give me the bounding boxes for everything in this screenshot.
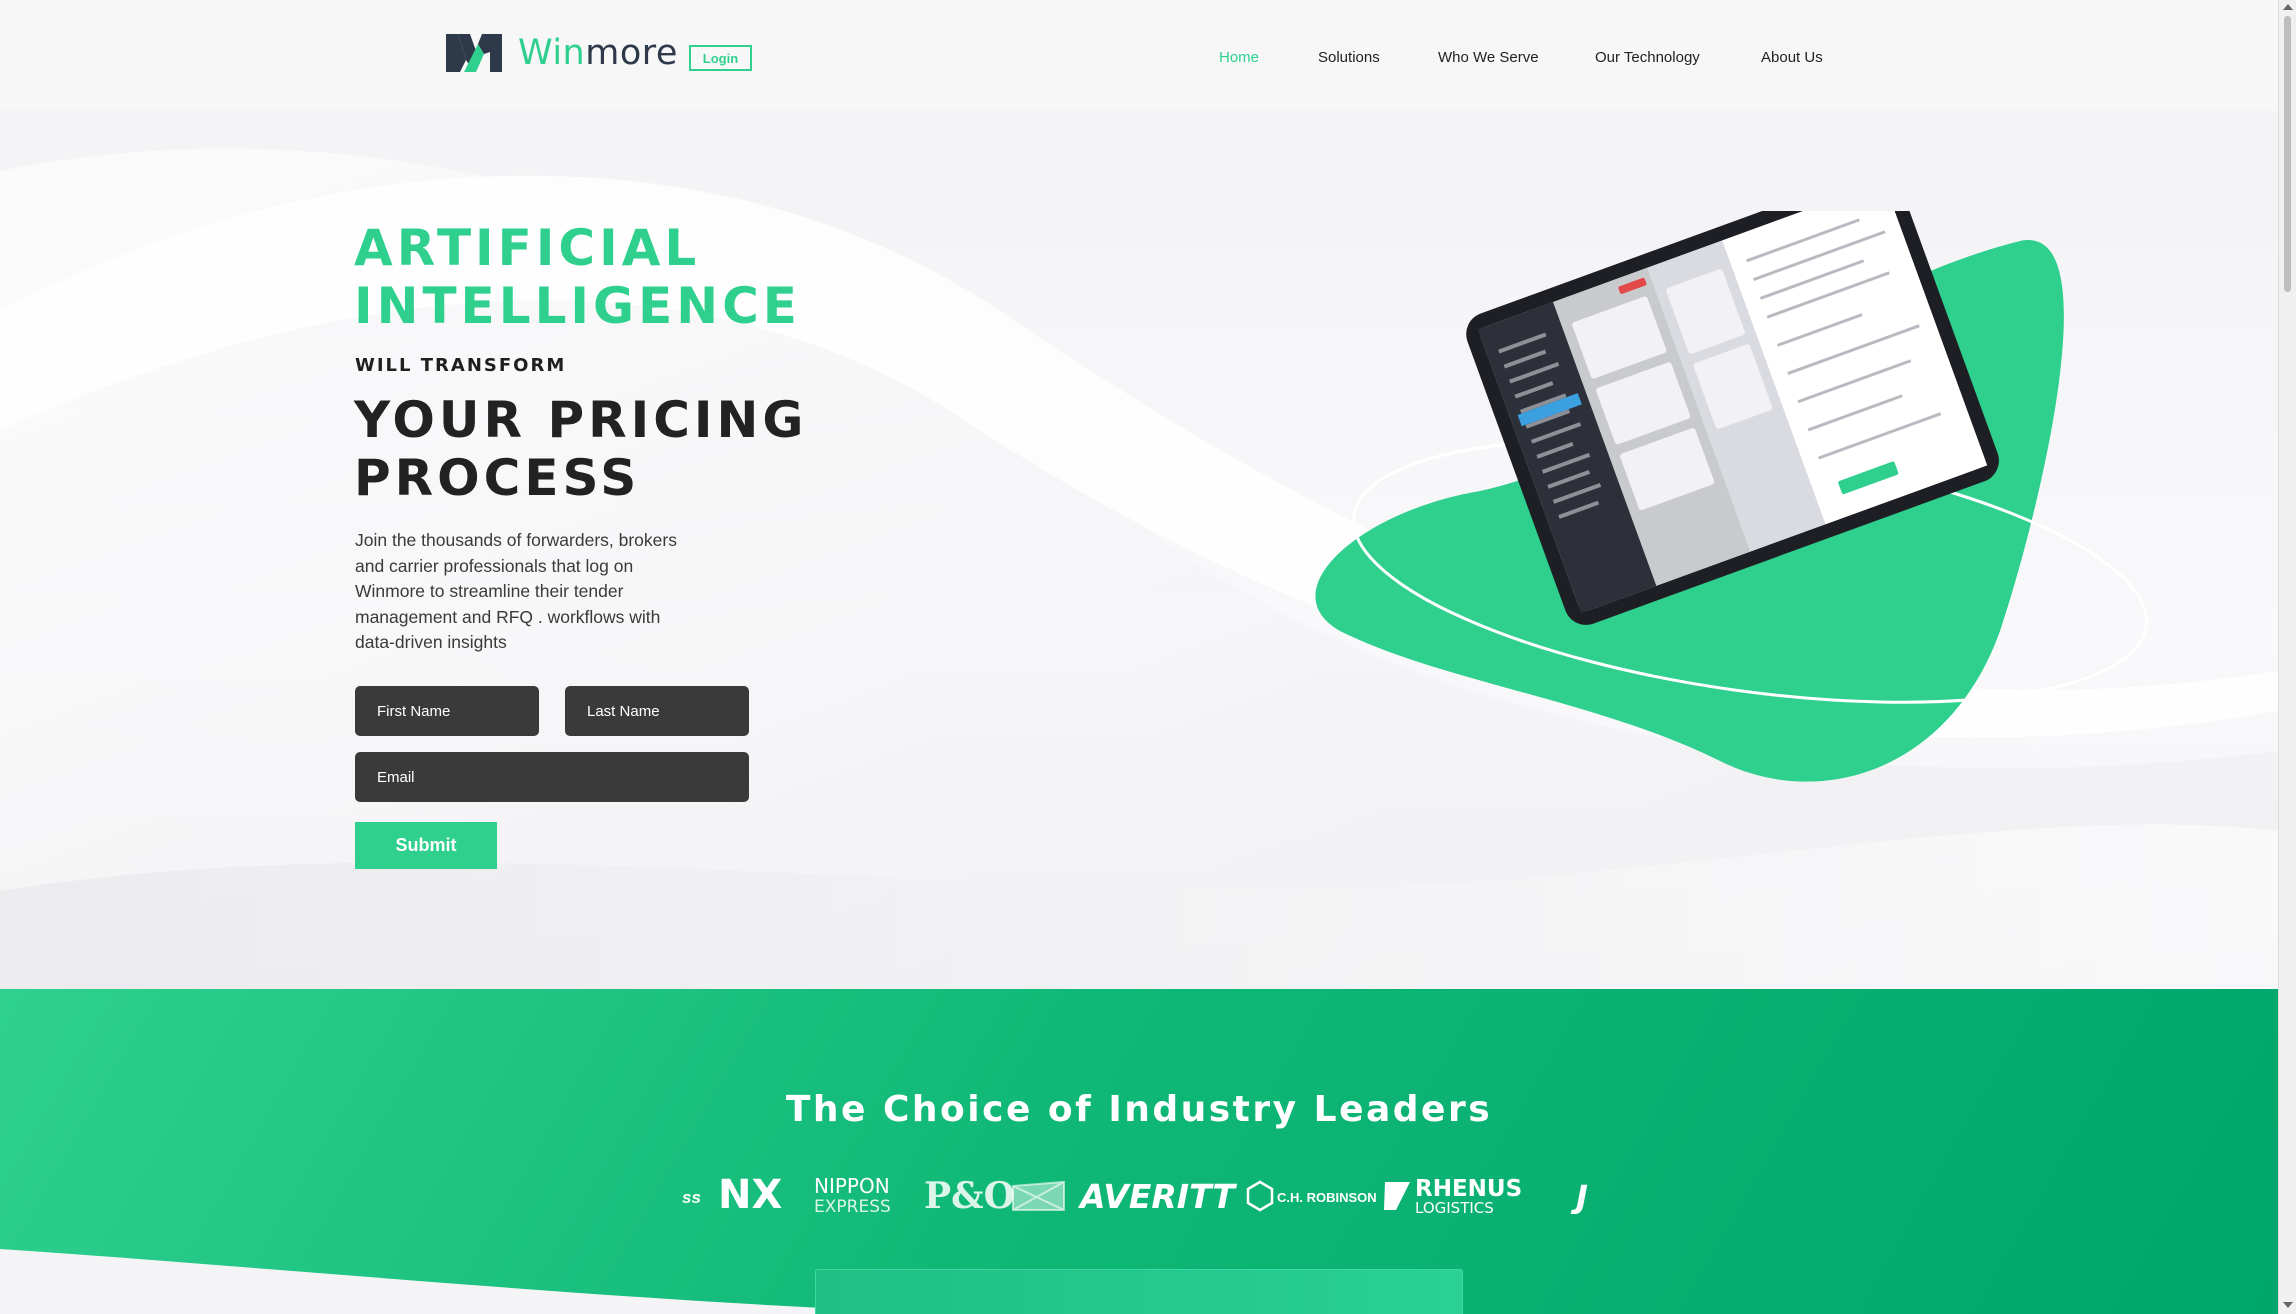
video-card[interactable] [815, 1269, 1463, 1314]
band-background [0, 1249, 1000, 1314]
rhenus-mark-icon [1384, 1182, 1410, 1210]
logo-nippon-text: NIPPON [814, 1174, 890, 1198]
ch-robinson-hex-icon [1246, 1180, 1274, 1212]
nav-who-we-serve[interactable]: Who We Serve [1438, 49, 1539, 69]
page-scrollbar[interactable] [2278, 0, 2296, 1314]
headline-line-artificial: ARTIFICIAL [354, 219, 701, 277]
headline-pricing: YOUR PRICING PROCESS [354, 391, 807, 507]
client-logos-svg: ss NX NIPPON EXPRESS P&O AVERITT C.H. RO… [682, 1172, 1588, 1214]
logo-wordmark: Winmore [518, 33, 678, 73]
logo-partial-left: ss [682, 1188, 701, 1207]
nav-about-us[interactable]: About Us [1761, 49, 1823, 69]
last-name-field[interactable]: Last Name [565, 686, 749, 736]
scroll-up-arrow-icon[interactable] [2283, 4, 2293, 10]
nav-home[interactable]: Home [1219, 49, 1259, 69]
subheadline: WILL TRANSFORM [355, 355, 567, 376]
client-logo-strip: ss NX NIPPON EXPRESS P&O AVERITT C.H. RO… [680, 1172, 1600, 1214]
hero-paragraph: Join the thousands of forwarders, broker… [355, 530, 677, 652]
hero-section: ARTIFICIAL INTELLIGENCE WILL TRANSFORM Y… [0, 111, 2278, 989]
headline-line-process: PROCESS [354, 449, 641, 507]
headline-line-intelligence: INTELLIGENCE [354, 277, 801, 335]
site-header: Winmore Login Home Solutions Who We Serv… [0, 0, 2278, 111]
logo-win-text: Win [518, 33, 586, 73]
logo-rhenus-logistics: LOGISTICS [1415, 1199, 1494, 1214]
logo-averitt: AVERITT [1077, 1177, 1237, 1214]
logo-p-and-o: P&O [924, 1175, 1015, 1214]
first-name-field[interactable]: First Name [355, 686, 539, 736]
industry-leaders-title: The Choice of Industry Leaders [785, 1089, 1493, 1130]
scroll-thumb[interactable] [2284, 16, 2291, 292]
logo-more-text: more [585, 33, 678, 73]
submit-button[interactable]: Submit [355, 822, 497, 869]
nav-solutions[interactable]: Solutions [1318, 49, 1380, 69]
industry-leaders-section: The Choice of Industry Leaders ss NX NIP… [0, 989, 2278, 1314]
logo-ch-robinson: C.H. ROBINSON [1277, 1190, 1377, 1205]
scroll-down-arrow-icon[interactable] [2283, 1302, 2293, 1308]
tablet-illustration [1315, 211, 2148, 782]
p-and-o-flag-icon [1012, 1180, 1065, 1211]
email-field[interactable]: Email [355, 752, 749, 802]
winmore-logo[interactable]: Winmore [444, 30, 678, 76]
headline-ai: ARTIFICIAL INTELLIGENCE [354, 219, 801, 335]
logo-partial-right: J [1570, 1178, 1588, 1214]
headline-line-your-pricing: YOUR PRICING [354, 391, 808, 449]
winmore-logo-icon [446, 34, 502, 72]
nav-our-technology[interactable]: Our Technology [1595, 49, 1700, 69]
logo-nippon-express-nx: NX [718, 1172, 782, 1214]
logo-express-text: EXPRESS [814, 1197, 891, 1214]
login-button[interactable]: Login [689, 45, 752, 71]
